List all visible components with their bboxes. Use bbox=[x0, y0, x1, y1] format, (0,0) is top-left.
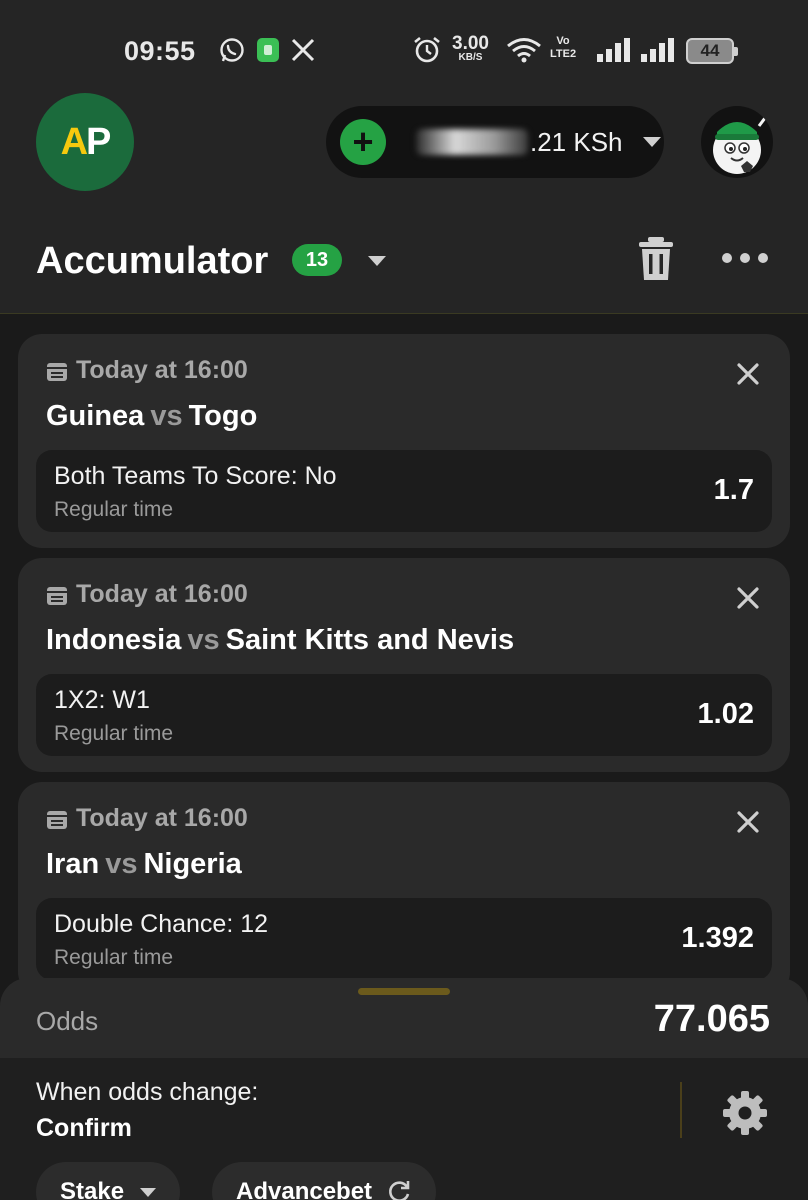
bet-selection[interactable]: Both Teams To Score: No Regular time 1.7 bbox=[36, 450, 772, 532]
battery-indicator: 44 bbox=[686, 38, 738, 64]
status-bar: 09:55 3.00 KB/S Vo LTE2 44 bbox=[0, 0, 808, 100]
whatsapp-icon bbox=[218, 36, 246, 64]
period-label: Regular time bbox=[54, 946, 174, 969]
divider bbox=[680, 1082, 682, 1138]
period-label: Regular time bbox=[54, 498, 174, 521]
advancebet-button[interactable]: Advancebet bbox=[212, 1162, 437, 1200]
match-date: Today at 16:00 bbox=[46, 804, 248, 833]
period-label: Regular time bbox=[54, 722, 174, 745]
bet-card: Today at 16:00 Iran vs Nigeria Double Chan… bbox=[18, 782, 790, 996]
stake-dropdown[interactable]: Stake bbox=[36, 1162, 181, 1200]
odds-change-value[interactable]: Confirm bbox=[36, 1114, 132, 1143]
refresh-icon bbox=[389, 1181, 410, 1200]
bet-slip-sheet: Odds 77.065 When odds change: Confirm St… bbox=[0, 978, 808, 1200]
alarm-icon bbox=[412, 36, 442, 64]
balance-pill[interactable]: + .21 KSh bbox=[326, 106, 664, 178]
calendar-icon bbox=[47, 810, 67, 829]
odds-change-label: When odds change: bbox=[36, 1078, 259, 1106]
avatar[interactable] bbox=[701, 106, 773, 178]
bet-selection[interactable]: Double Chance: 12 Regular time 1.392 bbox=[36, 898, 772, 980]
odd-value: 1.7 bbox=[713, 474, 754, 506]
app-logo[interactable]: AP bbox=[36, 93, 134, 191]
chevron-down-icon bbox=[140, 1187, 157, 1197]
x-icon bbox=[290, 36, 316, 64]
volte-indicator: Vo LTE2 bbox=[550, 35, 577, 60]
app-icon bbox=[255, 36, 281, 64]
network-speed: 3.00 KB/S bbox=[452, 33, 489, 63]
gear-icon[interactable] bbox=[722, 1090, 768, 1136]
match-teams: Guinea vs Togo bbox=[46, 400, 258, 432]
more-options-icon[interactable] bbox=[722, 248, 768, 268]
deposit-plus-icon[interactable]: + bbox=[340, 119, 386, 165]
match-teams: Iran vs Nigeria bbox=[46, 848, 242, 880]
total-odds: 77.065 bbox=[653, 998, 770, 1040]
balance-masked bbox=[416, 129, 528, 155]
remove-bet-button[interactable] bbox=[736, 362, 760, 386]
bet-card: Today at 16:00 Guinea vs Togo Both Teams T… bbox=[18, 334, 790, 548]
calendar-icon bbox=[47, 586, 67, 605]
match-date: Today at 16:00 bbox=[46, 356, 248, 385]
bet-card: Today at 16:00 Indonesia vs Saint Kitts an… bbox=[18, 558, 790, 772]
market-label: Both Teams To Score: No bbox=[54, 462, 337, 490]
bet-selection[interactable]: 1X2: W1 Regular time 1.02 bbox=[36, 674, 772, 756]
drag-handle[interactable] bbox=[358, 988, 450, 995]
market-label: 1X2: W1 bbox=[54, 686, 150, 714]
chevron-down-icon[interactable] bbox=[642, 137, 661, 147]
remove-bet-button[interactable] bbox=[736, 810, 760, 834]
bet-count-badge: 13 bbox=[292, 244, 342, 276]
wifi-icon bbox=[506, 36, 542, 64]
odds-label: Odds bbox=[36, 1006, 99, 1036]
signal-icon bbox=[596, 36, 632, 64]
slip-settings: When odds change: Confirm Stake Advanceb… bbox=[0, 1058, 808, 1200]
odd-value: 1.392 bbox=[681, 922, 754, 954]
clock: 09:55 bbox=[124, 36, 196, 66]
balance-amount: .21 KSh bbox=[530, 126, 623, 157]
remove-bet-button[interactable] bbox=[736, 586, 760, 610]
odd-value: 1.02 bbox=[697, 698, 754, 730]
market-label: Double Chance: 12 bbox=[54, 910, 269, 938]
match-date: Today at 16:00 bbox=[46, 580, 248, 609]
chevron-down-icon[interactable] bbox=[368, 256, 386, 266]
calendar-icon bbox=[47, 362, 67, 381]
page-title: Accumulator bbox=[36, 240, 269, 282]
signal-icon bbox=[640, 36, 676, 64]
trash-icon[interactable] bbox=[638, 236, 674, 282]
match-teams: Indonesia vs Saint Kitts and Nevis bbox=[46, 624, 515, 656]
